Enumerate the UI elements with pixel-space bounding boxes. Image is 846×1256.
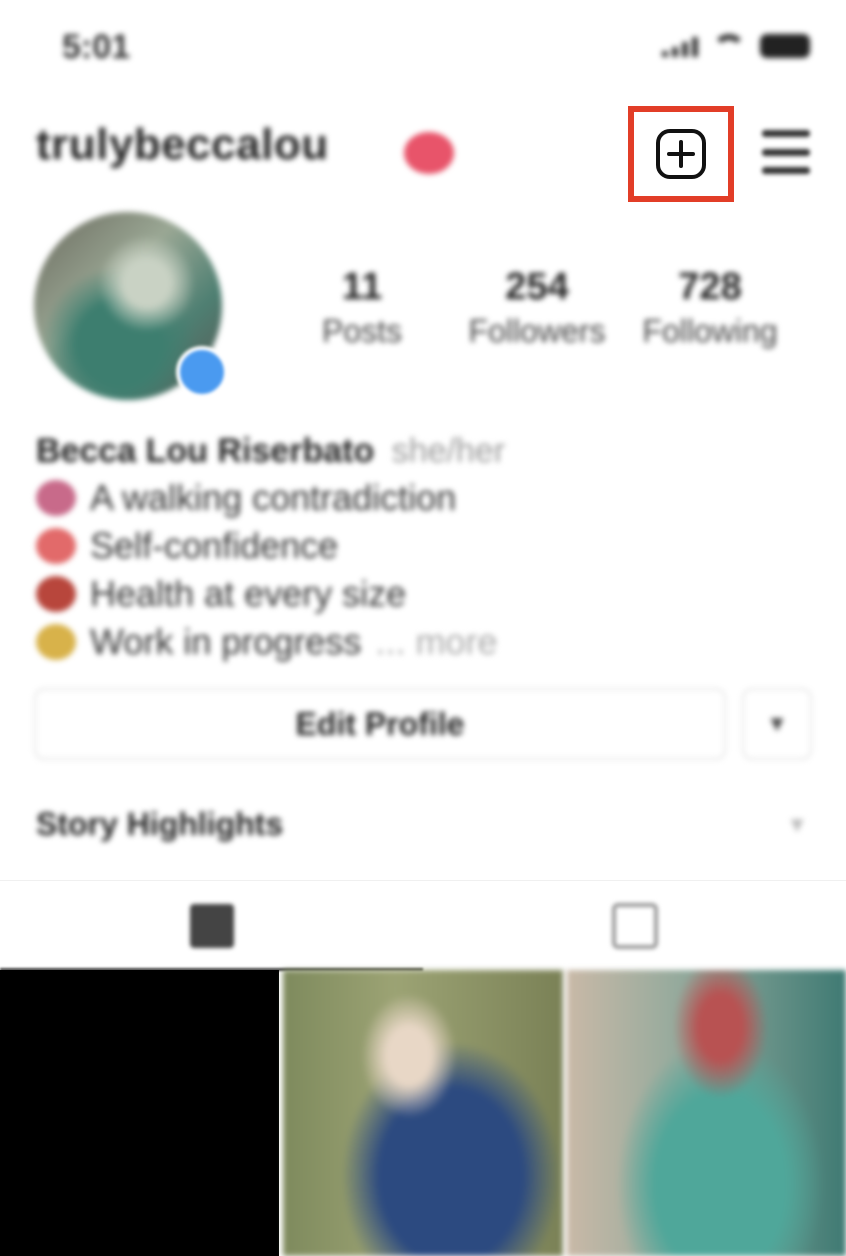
followers-count: 254 — [505, 266, 569, 308]
discover-people-button[interactable]: ▼ — [742, 688, 812, 760]
plus-square-icon — [656, 129, 706, 179]
add-story-icon[interactable] — [176, 346, 228, 398]
profile-bio: Becca Lou Riserbato she/her A walking co… — [36, 432, 796, 663]
edit-profile-button[interactable]: Edit Profile — [34, 688, 726, 760]
notification-badge — [404, 132, 454, 174]
emoji-icon — [36, 528, 76, 564]
more-link[interactable]: ... more — [375, 621, 497, 663]
bio-line: A walking contradiction — [36, 477, 796, 519]
bio-line: Self-confidence — [36, 525, 796, 567]
hamburger-menu-icon[interactable] — [762, 130, 810, 174]
battery-icon — [760, 34, 810, 58]
post-grid — [0, 970, 846, 1256]
tagged-person-icon — [611, 903, 658, 949]
bio-line-text: A walking contradiction — [90, 477, 457, 518]
chevron-down-icon: ▼ — [786, 812, 808, 837]
emoji-icon — [36, 480, 76, 516]
following-label: Following — [642, 313, 778, 349]
chevron-down-icon: ▼ — [766, 711, 788, 736]
grid-icon — [189, 904, 234, 948]
bio-line: Work in progress ... more — [36, 621, 796, 663]
profile-header: trulybeccalou — [0, 100, 846, 210]
profile-tabs — [0, 880, 846, 971]
posts-count: 11 — [341, 266, 383, 308]
post-thumbnail[interactable] — [566, 970, 846, 1256]
tab-grid[interactable] — [0, 881, 423, 971]
cellular-signal-icon — [662, 35, 698, 57]
username[interactable]: trulybeccalou — [36, 120, 329, 170]
status-bar: 5:01 — [0, 0, 846, 95]
bio-line: Health at every size — [36, 573, 796, 615]
followers-label: Followers — [468, 313, 606, 349]
bio-line-text: Work in progress — [90, 621, 362, 662]
display-name: Becca Lou Riserbato she/her — [36, 432, 796, 471]
status-icons — [662, 34, 810, 58]
emoji-icon — [36, 576, 76, 612]
new-post-button[interactable] — [628, 106, 734, 202]
tab-tagged[interactable] — [423, 881, 846, 971]
bio-line-text: Self-confidence — [90, 525, 339, 566]
story-highlights-label: Story Highlights — [36, 806, 284, 842]
status-time: 5:01 — [62, 28, 131, 66]
post-thumbnail[interactable] — [283, 970, 563, 1256]
post-thumbnail[interactable] — [0, 970, 280, 1256]
story-highlights[interactable]: Story Highlights ▼ — [36, 806, 812, 846]
following-count: 728 — [678, 266, 742, 308]
bio-line-text: Health at every size — [90, 573, 407, 614]
stat-posts[interactable]: 11 Posts — [312, 266, 412, 350]
stat-following[interactable]: 728 Following — [630, 266, 790, 350]
stat-followers[interactable]: 254 Followers — [458, 266, 616, 350]
pronouns: she/her — [391, 432, 506, 470]
display-name-text: Becca Lou Riserbato — [36, 432, 375, 470]
posts-label: Posts — [321, 313, 403, 349]
emoji-icon — [36, 624, 76, 660]
wifi-icon — [712, 34, 746, 58]
